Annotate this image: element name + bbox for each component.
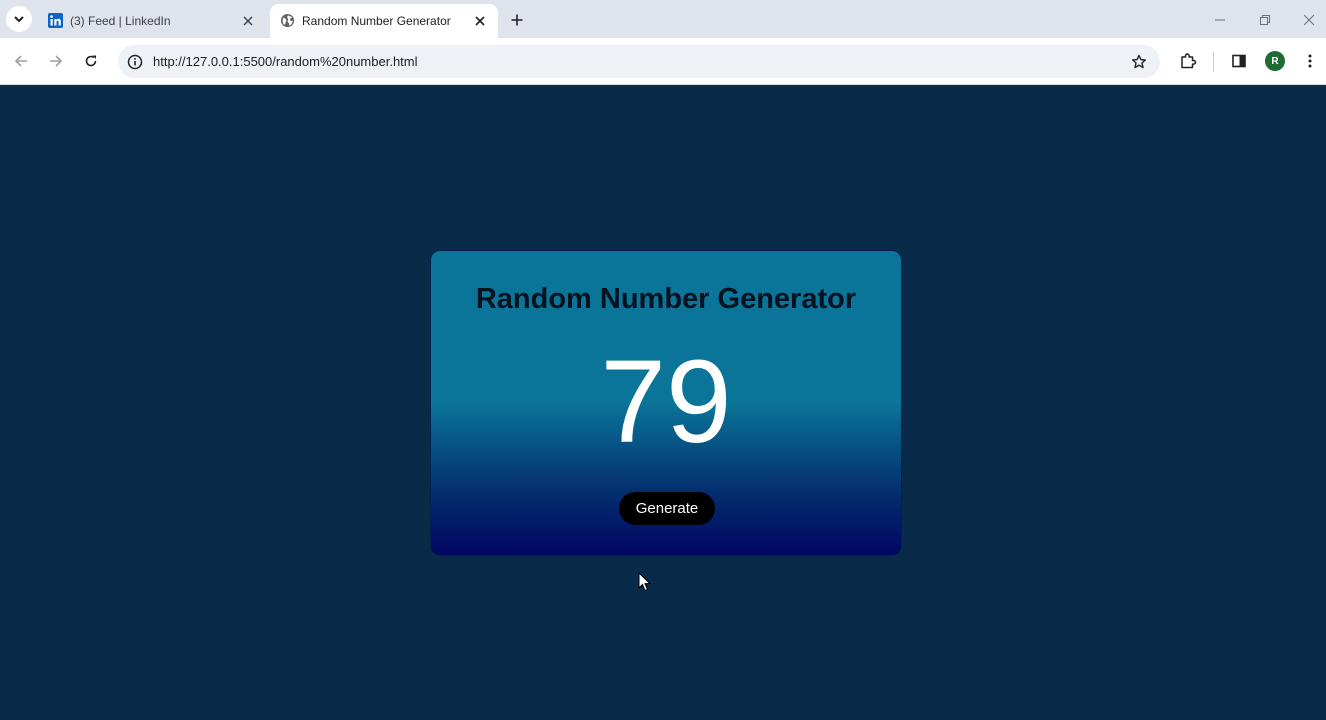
browser-toolbar: http://127.0.0.1:5500/random%20number.ht… (0, 38, 1326, 85)
bookmark-star-icon[interactable] (1128, 51, 1150, 73)
random-number-display: 79 (600, 336, 732, 468)
forward-button[interactable] (45, 50, 67, 72)
tab-linkedin[interactable]: (3) Feed | LinkedIn (38, 4, 266, 38)
more-vertical-icon (1308, 54, 1312, 68)
tab-random-number-generator[interactable]: Random Number Generator (270, 4, 498, 38)
profile-avatar[interactable]: R (1265, 51, 1285, 71)
minimize-button[interactable] (1210, 10, 1230, 30)
generator-card: Random Number Generator 79 Generate (430, 250, 902, 556)
close-icon[interactable] (240, 13, 256, 29)
plus-icon (511, 14, 523, 26)
puzzle-icon (1181, 53, 1197, 69)
page-body: Random Number Generator 79 Generate (0, 85, 1326, 720)
back-button[interactable] (10, 50, 32, 72)
arrow-right-icon (50, 55, 63, 67)
tab-title: (3) Feed | LinkedIn (70, 14, 171, 28)
tab-search-button[interactable] (6, 6, 32, 32)
minimize-icon (1215, 19, 1225, 21)
restore-button[interactable] (1255, 10, 1275, 30)
side-panel-icon (1232, 54, 1246, 68)
url-text: http://127.0.0.1:5500/random%20number.ht… (153, 54, 418, 69)
tab-strip: (3) Feed | LinkedIn Random Number Genera… (0, 0, 1326, 38)
globe-icon (280, 13, 295, 28)
page-title: Random Number Generator (475, 283, 857, 315)
tab-title: Random Number Generator (302, 14, 451, 28)
new-tab-button[interactable] (506, 9, 528, 31)
mouse-cursor-icon (638, 572, 652, 592)
reload-icon (85, 55, 97, 67)
linkedin-icon (48, 13, 63, 28)
arrow-left-icon (14, 55, 27, 67)
extensions-button[interactable] (1177, 50, 1199, 72)
toolbar-divider (1213, 52, 1214, 72)
menu-button[interactable] (1299, 50, 1321, 72)
generate-button[interactable]: Generate (619, 492, 715, 525)
close-icon[interactable] (472, 13, 488, 29)
site-info-icon[interactable] (124, 51, 146, 73)
chevron-down-icon (14, 16, 24, 23)
close-icon (1303, 14, 1315, 26)
restore-icon (1260, 15, 1270, 25)
reload-button[interactable] (80, 50, 102, 72)
address-bar[interactable]: http://127.0.0.1:5500/random%20number.ht… (118, 45, 1160, 78)
window-close-button[interactable] (1299, 10, 1319, 30)
side-panel-button[interactable] (1228, 50, 1250, 72)
